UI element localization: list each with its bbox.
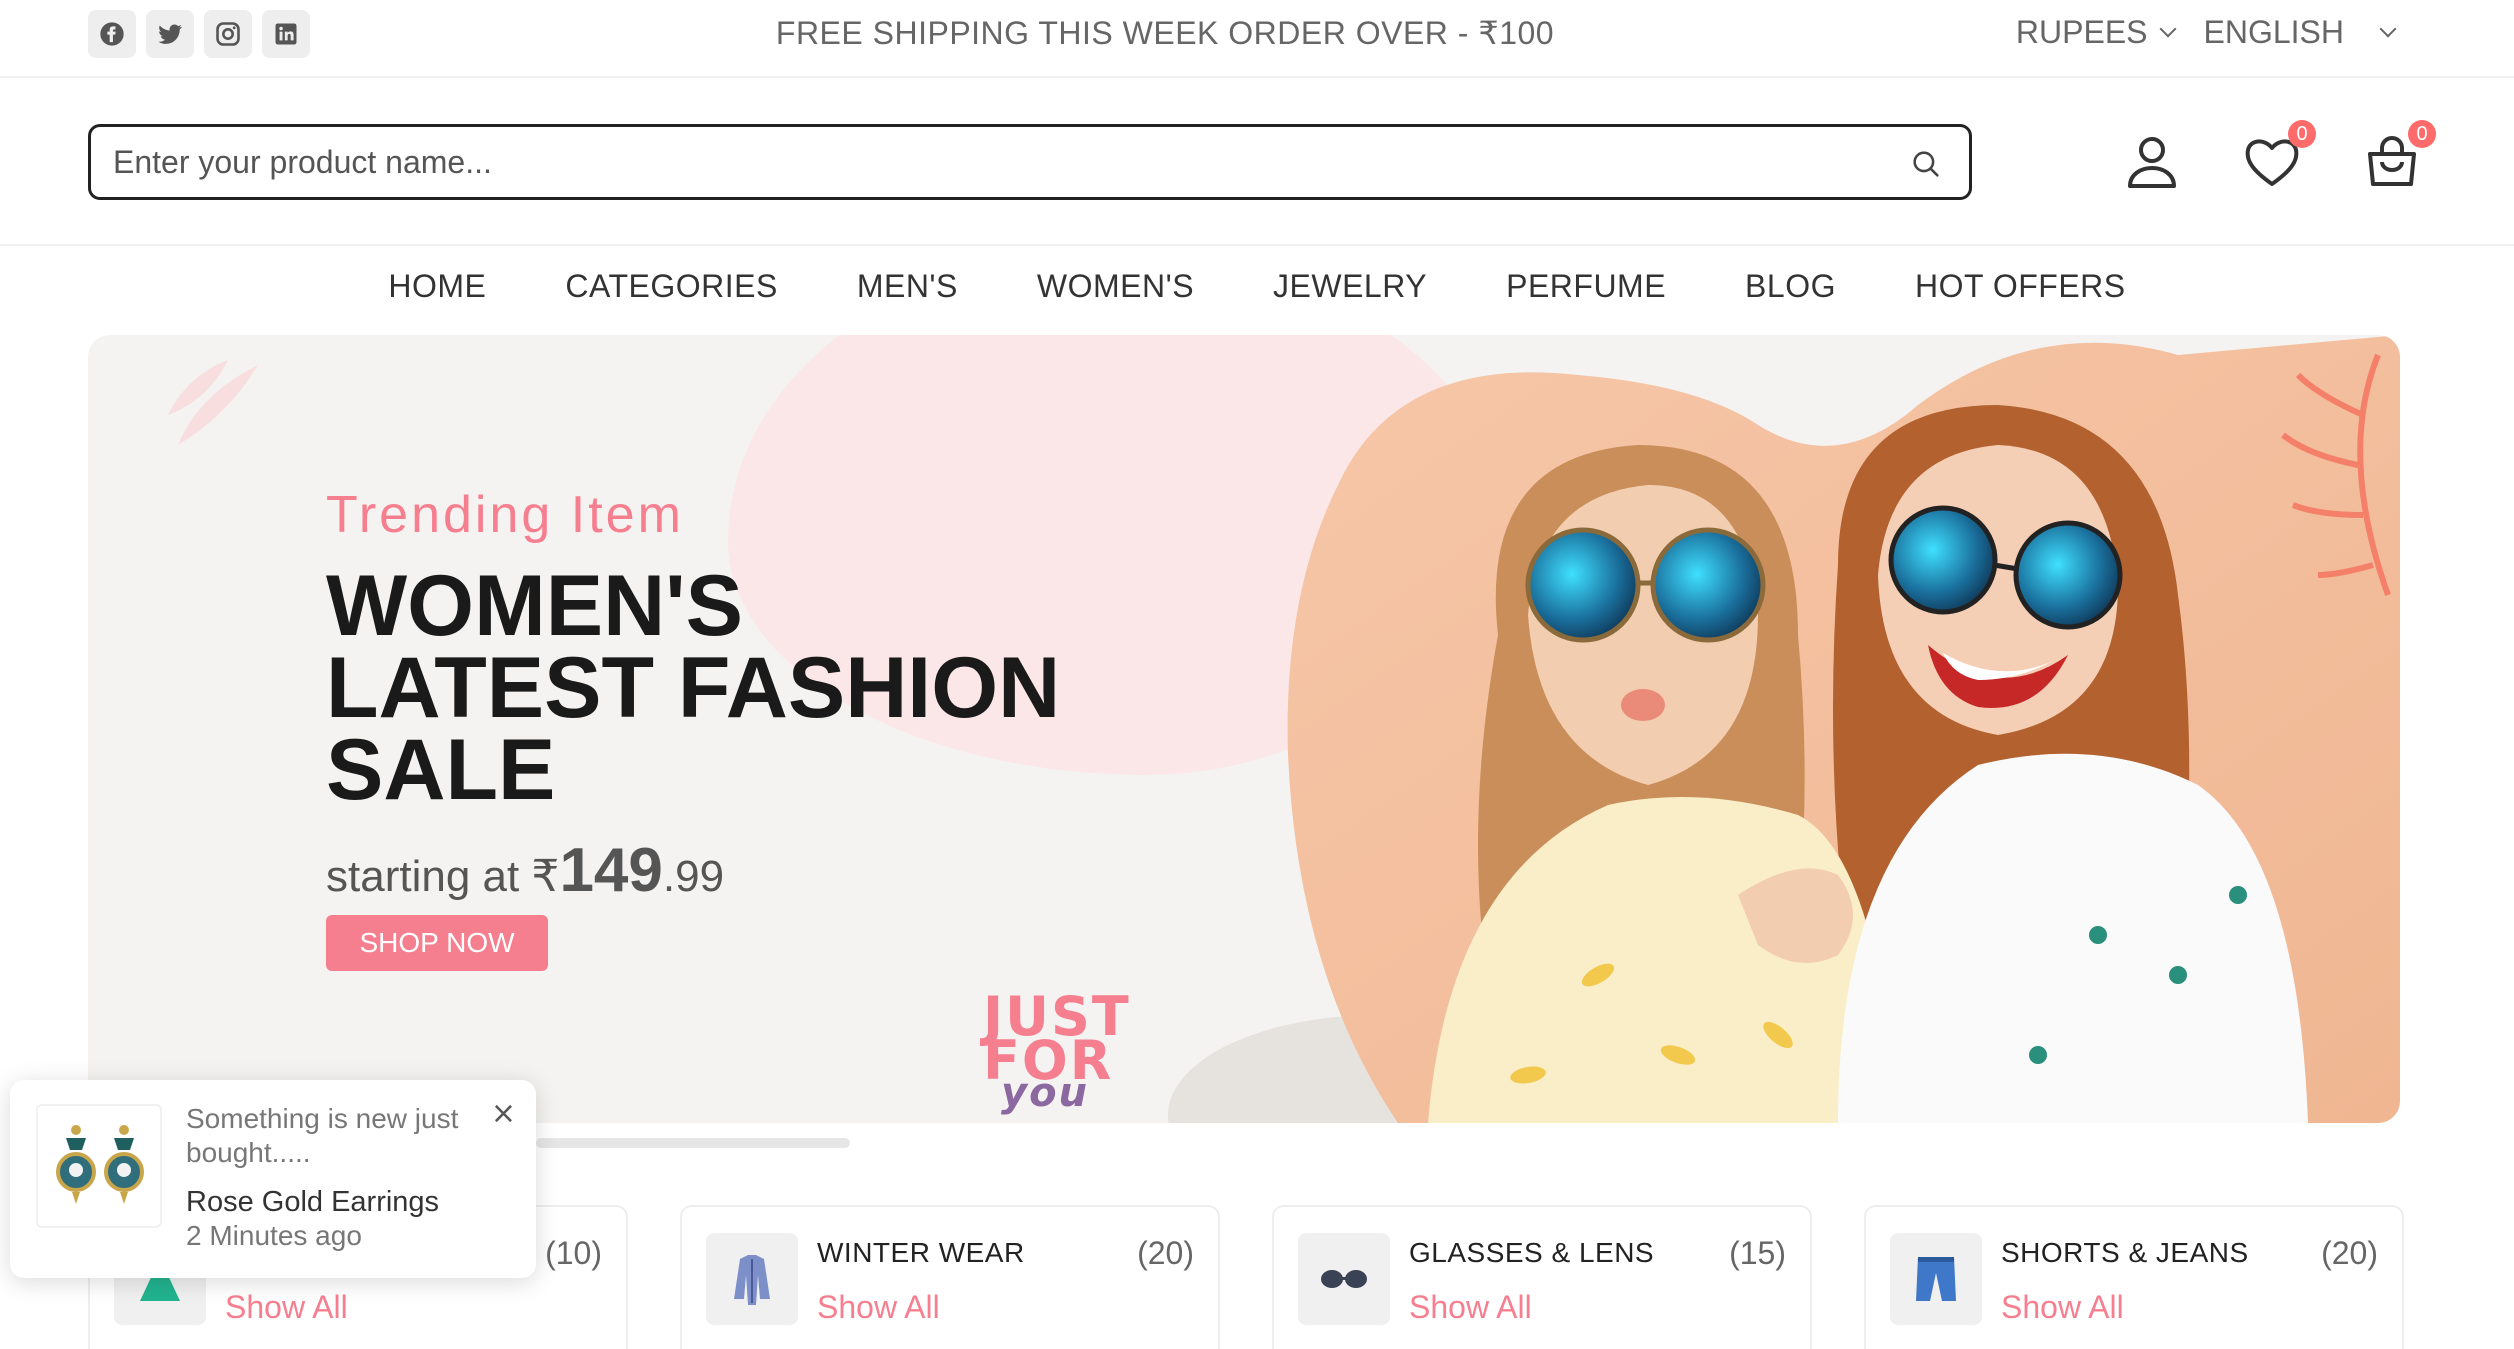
social-links xyxy=(88,10,310,58)
hero-price: starting at ₹149.99 xyxy=(326,835,724,906)
cart-count-badge: 0 xyxy=(2408,120,2436,148)
header: 0 0 xyxy=(0,80,2514,246)
earrings-icon xyxy=(56,1125,144,1204)
just-for-you-badge: JUST FOR you xyxy=(983,990,1131,1116)
search-input[interactable] xyxy=(113,137,1873,187)
main-nav: HOME CATEGORIES MEN'S WOMEN'S JEWELRY PE… xyxy=(0,268,2514,305)
hero-title-line: WOMEN'S xyxy=(326,558,743,654)
notification-product[interactable]: Rose Gold Earrings xyxy=(186,1186,439,1219)
locale-selectors: RUPEES ENGLISH xyxy=(1986,14,2397,51)
show-all-link[interactable]: Show All xyxy=(1409,1289,1532,1326)
hero-title-line: LATEST FASHION xyxy=(326,640,1061,736)
category-card[interactable]: GLASSES & LENS (15) Show All xyxy=(1272,1205,1812,1349)
category-count: (20) xyxy=(2321,1235,2378,1271)
notification-time: 2 Minutes ago xyxy=(186,1220,362,1251)
category-count: (10) xyxy=(545,1235,602,1271)
currency-value: RUPEES xyxy=(2015,14,2148,50)
close-icon[interactable]: × xyxy=(491,1096,516,1131)
category-count: (15) xyxy=(1729,1235,1786,1271)
nav-item-hot-offers[interactable]: HOT OFFERS xyxy=(1915,268,2126,305)
shop-now-button[interactable]: SHOP NOW xyxy=(326,915,548,971)
show-all-link[interactable]: Show All xyxy=(225,1289,348,1326)
cart-button[interactable]: 0 xyxy=(2360,120,2436,194)
currency-select[interactable]: RUPEES xyxy=(2015,14,2177,51)
slider-progress[interactable] xyxy=(536,1138,850,1148)
user-icon xyxy=(2128,137,2176,188)
instagram-icon[interactable] xyxy=(204,10,252,58)
price-prefix: starting at ₹ xyxy=(326,852,560,901)
chevron-down-icon xyxy=(2159,20,2177,37)
search-bar xyxy=(88,124,1972,200)
language-select[interactable]: ENGLISH xyxy=(2203,14,2397,51)
category-name: GLASSES & LENS xyxy=(1409,1237,1655,1268)
purchase-notification: Something is new just bought..... Rose G… xyxy=(10,1080,536,1278)
category-name: SHORTS & JEANS xyxy=(2001,1237,2249,1268)
nav-item-perfume[interactable]: PERFUME xyxy=(1506,268,1666,305)
chevron-down-icon xyxy=(2379,20,2397,37)
page: FREE SHIPPING THIS WEEK ORDER OVER - ₹10… xyxy=(0,0,2514,1349)
nav-item-categories[interactable]: CATEGORIES xyxy=(565,268,777,305)
badge-line: you xyxy=(1001,1070,1090,1116)
wishlist-button[interactable]: 0 xyxy=(2240,120,2316,194)
wishlist-count-badge: 0 xyxy=(2288,120,2316,148)
product-thumbnail[interactable] xyxy=(36,1104,162,1228)
category-card[interactable]: WINTER WEAR (20) Show All xyxy=(680,1205,1220,1349)
jacket-icon xyxy=(706,1233,798,1325)
hero-models-image xyxy=(1287,335,2400,1123)
nav-item-womens[interactable]: WOMEN'S xyxy=(1037,268,1194,305)
notification-message: Something is new just bought..... xyxy=(186,1103,459,1168)
hero-title: WOMEN'S LATEST FASHION SALE xyxy=(326,558,1226,818)
account-button[interactable] xyxy=(2120,130,2184,194)
category-name: WINTER WEAR xyxy=(817,1237,1025,1268)
show-all-link[interactable]: Show All xyxy=(817,1289,940,1326)
glasses-icon xyxy=(1298,1233,1390,1325)
shorts-icon xyxy=(1890,1233,1982,1325)
nav-item-mens[interactable]: MEN'S xyxy=(857,268,958,305)
hero-title-line: SALE xyxy=(326,722,556,818)
linkedin-icon[interactable] xyxy=(262,10,310,58)
nav-item-home[interactable]: HOME xyxy=(388,268,486,305)
top-bar: FREE SHIPPING THIS WEEK ORDER OVER - ₹10… xyxy=(0,0,2514,78)
shipping-announcement: FREE SHIPPING THIS WEEK ORDER OVER - ₹10… xyxy=(775,15,1555,51)
show-all-link[interactable]: Show All xyxy=(2001,1289,2124,1326)
header-actions: 0 0 xyxy=(2120,120,2436,194)
nav-item-jewelry[interactable]: JEWELRY xyxy=(1273,268,1427,305)
price-big: 149 xyxy=(559,836,663,905)
search-icon[interactable] xyxy=(1909,147,1943,181)
hero-subtitle: Trending Item xyxy=(326,486,684,544)
category-card[interactable]: SHORTS & JEANS (20) Show All xyxy=(1864,1205,2404,1349)
language-value: ENGLISH xyxy=(2203,14,2344,50)
leaf-decoration-icon xyxy=(168,360,258,445)
price-small: .99 xyxy=(662,852,725,901)
nav-item-blog[interactable]: BLOG xyxy=(1745,268,1836,305)
category-count: (20) xyxy=(1137,1235,1194,1271)
twitter-icon[interactable] xyxy=(146,10,194,58)
facebook-icon[interactable] xyxy=(88,10,136,58)
hero-banner: Trending Item WOMEN'S LATEST FASHION SAL… xyxy=(88,335,2400,1123)
